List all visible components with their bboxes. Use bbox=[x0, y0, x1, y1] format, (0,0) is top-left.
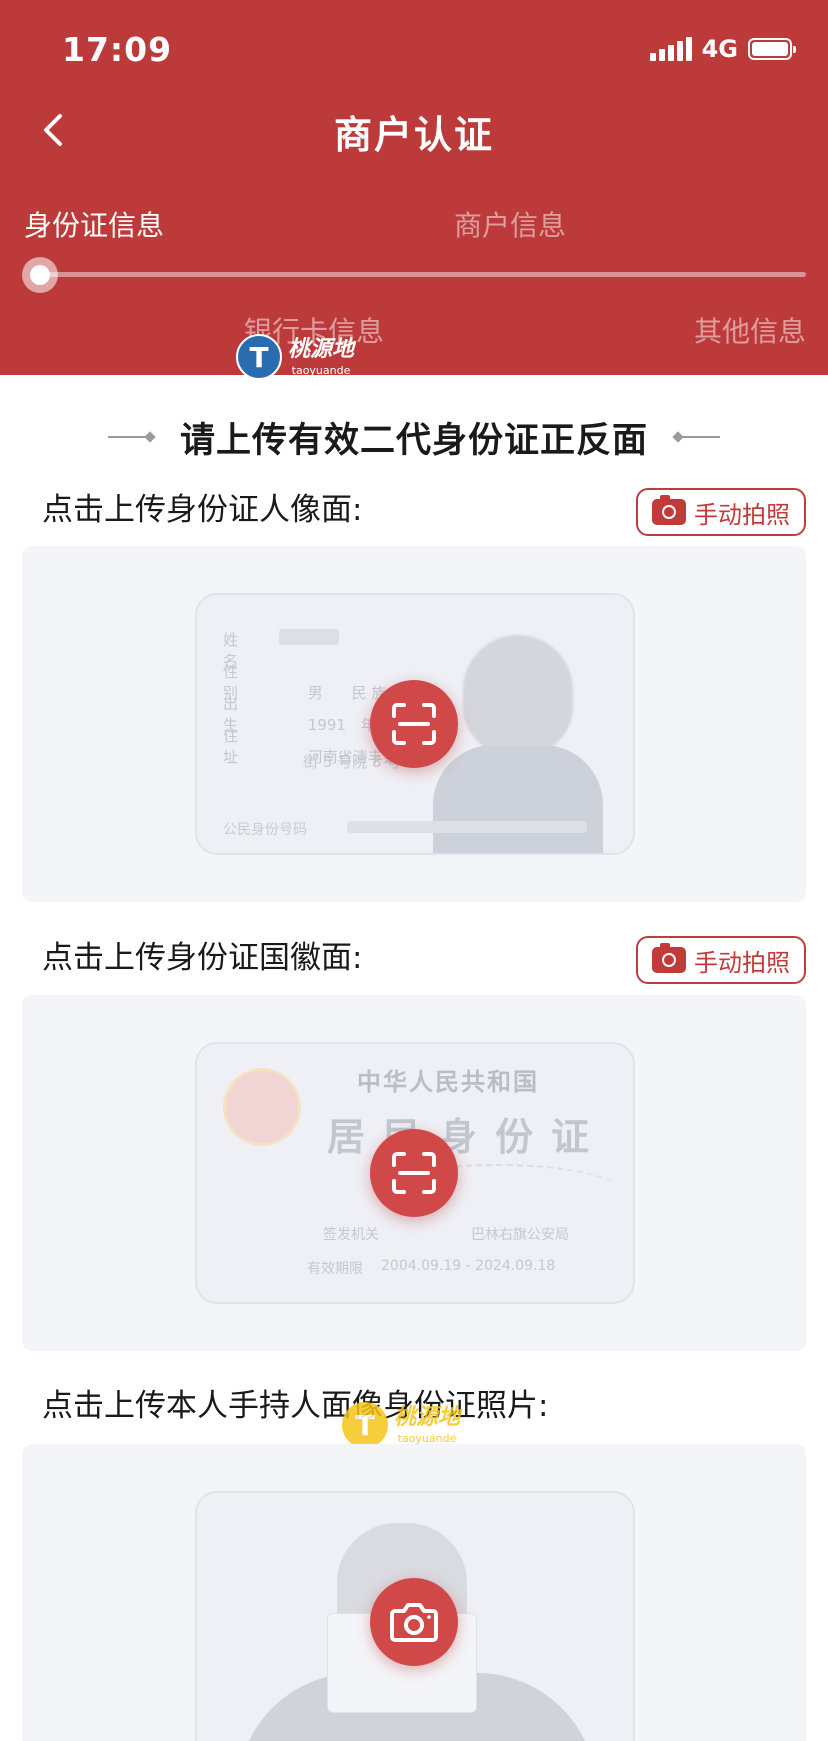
heading-text: 请上传有效二代身份证正反面 bbox=[179, 420, 648, 461]
progress-track bbox=[36, 272, 806, 277]
upload-area-portrait[interactable]: 姓 名 性 别 男 民 族 汉 出 生 1991 年 2 月 住 址 河南省清丰… bbox=[22, 546, 806, 902]
upload-label-portrait: 点击上传身份证人像面: bbox=[42, 492, 363, 528]
scan-icon bbox=[392, 1152, 436, 1194]
manual-photo-label: 手动拍照 bbox=[694, 948, 790, 977]
heading-decoration-right bbox=[672, 431, 720, 443]
watermark-subtext: taoyuande bbox=[397, 1431, 457, 1445]
manual-photo-button-portrait[interactable]: 手动拍照 bbox=[636, 488, 806, 536]
battery-icon bbox=[748, 38, 796, 60]
watermark-logo: T 桃源地 taoyuande bbox=[236, 334, 354, 380]
status-indicators: 4G bbox=[649, 34, 796, 64]
upload-area-emblem[interactable]: 中华人民共和国 居民身份证 签发机关 巴林右旗公安局 有效期限 2004.09.… bbox=[22, 995, 806, 1351]
camera-icon bbox=[390, 1603, 438, 1642]
status-bar: 17:09 4G bbox=[0, 0, 828, 100]
upload-label-emblem: 点击上传身份证国徽面: bbox=[42, 940, 363, 976]
step-id-info[interactable]: 身份证信息 bbox=[24, 204, 164, 244]
manual-photo-button-emblem[interactable]: 手动拍照 bbox=[636, 936, 806, 984]
progress-knob bbox=[22, 257, 58, 293]
camera-icon bbox=[652, 943, 686, 973]
watermark-text: 桃源地 bbox=[394, 1404, 461, 1430]
scan-icon bbox=[392, 703, 436, 745]
step-other-info[interactable]: 其他信息 bbox=[694, 310, 806, 350]
page-title: 商户认证 bbox=[333, 113, 494, 157]
scan-button-portrait[interactable] bbox=[370, 680, 458, 768]
status-time: 17:09 bbox=[62, 30, 173, 69]
heading-decoration-left bbox=[107, 431, 156, 443]
step-merchant-info[interactable]: 商户信息 bbox=[454, 204, 566, 244]
national-emblem-icon bbox=[223, 1068, 301, 1146]
upload-area-handheld[interactable] bbox=[22, 1444, 806, 1741]
watermark-subtext: taoyuande bbox=[291, 363, 351, 377]
camera-icon bbox=[652, 495, 686, 525]
network-type: 4G bbox=[701, 35, 738, 63]
watermark-logo: T 桃源地 taoyuande bbox=[342, 1402, 460, 1448]
section-heading: 请上传有效二代身份证正反面 bbox=[0, 412, 828, 462]
watermark-icon: T bbox=[236, 334, 282, 380]
portrait-photo bbox=[463, 635, 573, 755]
upload-label-handheld: 点击上传本人手持人面像身份证照片: bbox=[42, 1388, 549, 1424]
signal-icon bbox=[649, 37, 692, 61]
watermark-icon: T bbox=[342, 1402, 388, 1448]
scan-button-emblem[interactable] bbox=[370, 1129, 458, 1217]
header: 17:09 4G 商户认证 身份证信息 商户信息 银行卡信息 其他信息 bbox=[0, 0, 828, 375]
camera-button-handheld[interactable] bbox=[370, 1578, 458, 1666]
manual-photo-label: 手动拍照 bbox=[694, 500, 790, 529]
watermark-text: 桃源地 bbox=[288, 336, 355, 362]
